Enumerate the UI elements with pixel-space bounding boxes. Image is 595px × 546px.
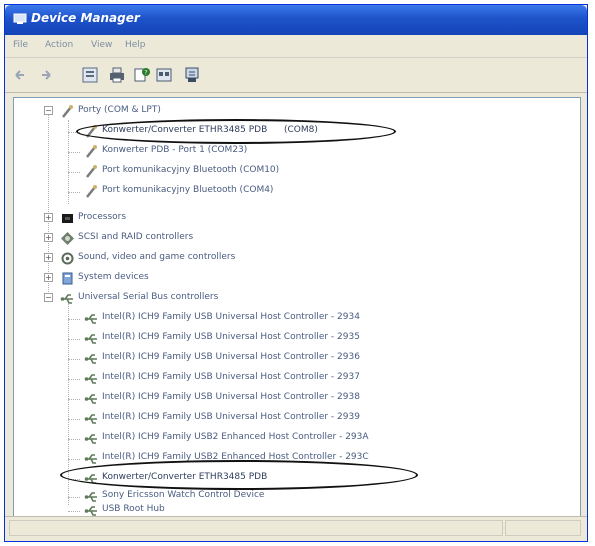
status-segment: [9, 520, 503, 536]
tree-item-ports[interactable]: − Porty (COM & LPT): [14, 102, 580, 121]
tree-item-label: Intel(R) ICH9 Family USB Universal Host …: [102, 312, 360, 322]
port-connector-icon: [62, 105, 73, 118]
tree-item-processors[interactable]: + Processors: [14, 209, 580, 228]
port-connector-icon: [86, 185, 97, 198]
highlight-ellipse: [76, 119, 396, 144]
menu-help[interactable]: Help: [125, 40, 146, 50]
help-icon[interactable]: ?: [133, 66, 151, 84]
collapse-toggle[interactable]: −: [44, 293, 53, 302]
title-bar[interactable]: Device Manager: [5, 5, 587, 35]
device-manager-icon: [13, 13, 27, 24]
tree-item-usb-device[interactable]: Intel(R) ICH9 Family USB Universal Host …: [14, 329, 580, 348]
highlight-ellipse: [60, 460, 418, 490]
tree-item-usb-device[interactable]: Intel(R) ICH9 Family USB Universal Host …: [14, 389, 580, 408]
tree-item-label: Sony Ericsson Watch Control Device: [102, 490, 265, 500]
usb-icon: [84, 374, 97, 384]
usb-icon: [84, 334, 97, 344]
expand-toggle[interactable]: +: [44, 213, 53, 222]
tree-item-usb-device[interactable]: Intel(R) ICH9 Family USB Universal Host …: [14, 409, 580, 428]
tree-item-label: Processors: [78, 212, 127, 222]
tree-item-label: Port komunikacyjny Bluetooth (COM4): [102, 185, 274, 195]
tree-item-label: Intel(R) ICH9 Family USB Universal Host …: [102, 392, 360, 402]
tree-item-label: Intel(R) ICH9 Family USB Universal Host …: [102, 352, 360, 362]
usb-icon: [84, 314, 97, 324]
expand-toggle[interactable]: +: [44, 273, 53, 282]
print-icon[interactable]: [108, 66, 126, 84]
device-manager-window: Device Manager File Action View Help ? −…: [4, 4, 588, 542]
tree-item-label: Intel(R) ICH9 Family USB Universal Host …: [102, 372, 360, 382]
tree-item-port[interactable]: Port komunikacyjny Bluetooth (COM10): [14, 162, 580, 181]
usb-icon: [84, 434, 97, 444]
tree-item-label: Port komunikacyjny Bluetooth (COM10): [102, 165, 280, 175]
scsi-controller-icon: [61, 232, 74, 245]
processor-icon: [62, 214, 73, 223]
tree-item-scsi-raid[interactable]: + SCSI and RAID controllers: [14, 229, 580, 248]
svg-text:?: ?: [144, 70, 147, 77]
tree-item-sound[interactable]: + Sound, video and game controllers: [14, 249, 580, 268]
device-tree: − Porty (COM & LPT) Konwerter/Converter …: [13, 97, 581, 517]
status-bar: [5, 516, 587, 541]
collapse-toggle[interactable]: −: [44, 106, 53, 115]
sound-icon: [61, 252, 74, 265]
status-segment: [505, 520, 581, 536]
tree-item-usb-device[interactable]: Intel(R) ICH9 Family USB2 Enhanced Host …: [14, 429, 580, 448]
tree-item-label: Porty (COM & LPT): [78, 105, 161, 115]
expand-toggle[interactable]: +: [44, 233, 53, 242]
menu-bar: File Action View Help: [5, 35, 587, 58]
forward-icon[interactable]: [35, 66, 53, 84]
usb-icon: [84, 454, 97, 464]
usb-icon: [84, 506, 97, 516]
scan-icon[interactable]: [183, 66, 201, 84]
port-connector-icon: [86, 145, 97, 158]
tree-item-system-devices[interactable]: + System devices: [14, 269, 580, 288]
tree-item-label: Universal Serial Bus controllers: [78, 292, 219, 302]
menu-view[interactable]: View: [91, 40, 112, 50]
usb-icon: [60, 294, 73, 304]
show-hidden-icon[interactable]: [155, 66, 173, 84]
tree-item-usb-device[interactable]: USB Root Hub: [14, 501, 580, 516]
expand-toggle[interactable]: +: [44, 253, 53, 262]
properties-icon[interactable]: [81, 66, 99, 84]
menu-action[interactable]: Action: [45, 40, 73, 50]
port-connector-icon: [86, 165, 97, 178]
toolbar: ?: [5, 58, 587, 93]
menu-file[interactable]: File: [13, 40, 28, 50]
tree-item-usb-device[interactable]: Intel(R) ICH9 Family USB Universal Host …: [14, 309, 580, 328]
tree-item-label: SCSI and RAID controllers: [78, 232, 194, 242]
tree-item-port[interactable]: Port komunikacyjny Bluetooth (COM4): [14, 182, 580, 201]
tree-item-label: Intel(R) ICH9 Family USB Universal Host …: [102, 332, 360, 342]
tree-item-label: Intel(R) ICH9 Family USB Universal Host …: [102, 412, 360, 422]
back-icon[interactable]: [13, 66, 31, 84]
usb-icon: [84, 414, 97, 424]
tree-item-label: Konwerter PDB - Port 1 (COM23): [102, 145, 248, 155]
system-device-icon: [62, 272, 73, 285]
window-title: Device Manager: [31, 11, 140, 25]
usb-icon: [84, 394, 97, 404]
tree-item-usb-controllers[interactable]: − Universal Serial Bus controllers: [14, 289, 580, 308]
tree-item-label: Sound, video and game controllers: [78, 252, 236, 262]
tree-item-usb-device[interactable]: Intel(R) ICH9 Family USB Universal Host …: [14, 369, 580, 388]
tree-item-label: System devices: [78, 272, 149, 282]
tree-item-label: USB Root Hub: [102, 504, 165, 514]
tree-item-usb-device[interactable]: Intel(R) ICH9 Family USB Universal Host …: [14, 349, 580, 368]
tree-item-port[interactable]: Konwerter PDB - Port 1 (COM23): [14, 142, 580, 161]
usb-icon: [84, 354, 97, 364]
tree-item-label: Intel(R) ICH9 Family USB2 Enhanced Host …: [102, 432, 369, 442]
